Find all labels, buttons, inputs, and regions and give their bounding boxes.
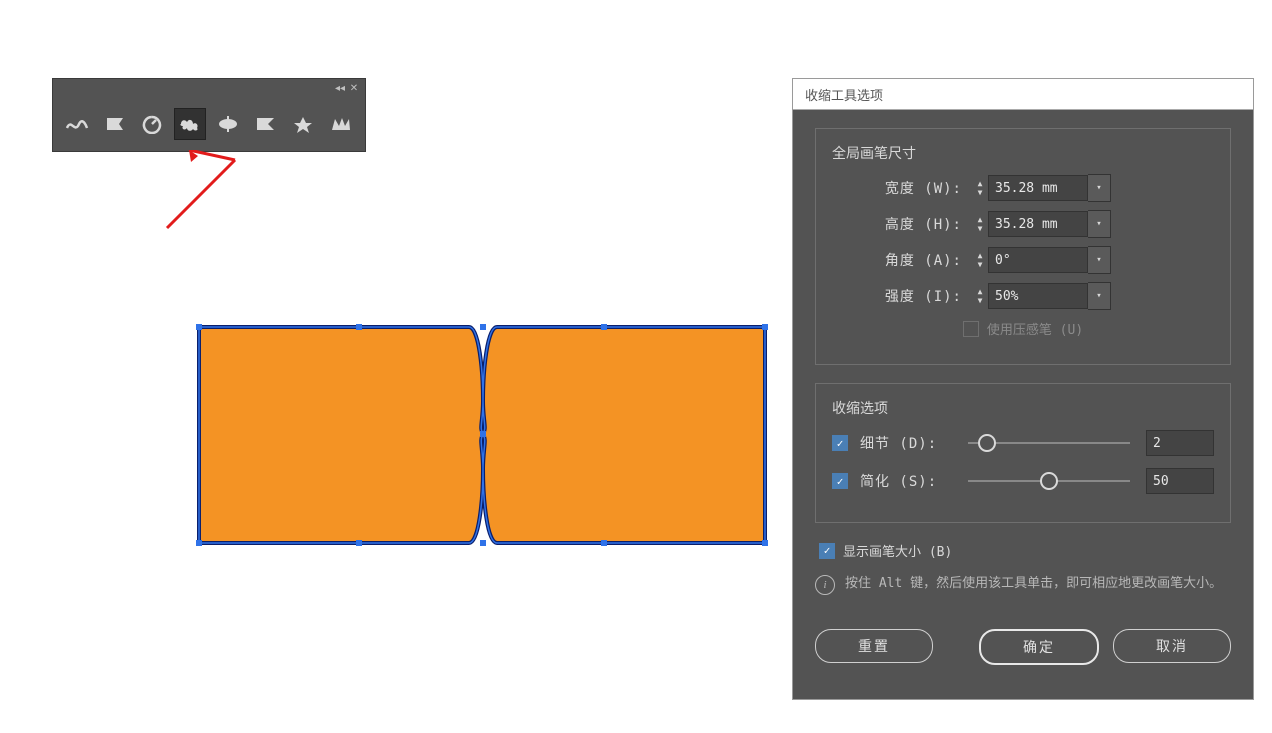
height-row: 高度 (H): ▲▼ ▾ <box>832 211 1214 237</box>
tool-pucker[interactable] <box>137 108 169 140</box>
height-dropdown[interactable]: ▾ <box>1088 210 1111 238</box>
show-brush-row: ✓ 显示画笔大小 (B) <box>819 541 1231 560</box>
angle-dropdown[interactable]: ▾ <box>1088 246 1111 274</box>
show-brush-checkbox[interactable]: ✓ <box>819 543 835 559</box>
width-stepper[interactable]: ▲▼ <box>972 176 988 200</box>
tool-twirl[interactable] <box>99 108 131 140</box>
tool-bloat[interactable] <box>174 108 206 140</box>
intensity-input[interactable] <box>988 283 1088 309</box>
close-icon[interactable]: ✕ <box>347 83 361 94</box>
simplify-checkbox[interactable]: ✓ <box>832 473 848 489</box>
height-input[interactable] <box>988 211 1088 237</box>
canvas-selected-shape[interactable] <box>193 321 773 553</box>
width-row: 宽度 (W): ▲▼ ▾ <box>832 175 1214 201</box>
annotation-arrow <box>155 150 245 240</box>
wrinkle-icon <box>291 114 315 134</box>
pressure-label: 使用压感笔 (U) <box>987 319 1083 338</box>
width-label: 宽度 (W): <box>832 178 972 198</box>
detail-row: ✓ 细节 (D): <box>832 430 1214 456</box>
angle-input[interactable] <box>988 247 1088 273</box>
angle-label: 角度 (A): <box>832 250 972 270</box>
simplify-slider-thumb[interactable] <box>1040 472 1058 490</box>
intensity-row: 强度 (I): ▲▼ ▾ <box>832 283 1214 309</box>
hint-text: 按住 Alt 键，然后使用该工具单击，即可相应地更改画笔大小。 <box>845 574 1222 595</box>
width-input[interactable] <box>988 175 1088 201</box>
tool-wrinkle[interactable] <box>288 108 320 140</box>
detail-slider[interactable] <box>968 442 1130 444</box>
scallop-icon <box>216 114 240 134</box>
detail-input[interactable] <box>1146 430 1214 456</box>
tool-scallop[interactable] <box>212 108 244 140</box>
simplify-slider[interactable] <box>968 480 1130 482</box>
reset-button[interactable]: 重置 <box>815 629 933 663</box>
intensity-stepper[interactable]: ▲▼ <box>972 284 988 308</box>
angle-stepper[interactable]: ▲▼ <box>972 248 988 272</box>
collapse-icon[interactable]: ◂◂ <box>333 83 347 94</box>
tool-panel-header: ◂◂ ✕ <box>53 79 365 97</box>
cancel-button[interactable]: 取消 <box>1113 629 1231 663</box>
tool-crystallize[interactable] <box>250 108 282 140</box>
simplify-row: ✓ 简化 (S): <box>832 468 1214 494</box>
pressure-row: 使用压感笔 (U) <box>832 319 1214 338</box>
intensity-dropdown[interactable]: ▾ <box>1088 282 1111 310</box>
pucker-tool-options-dialog: 收缩工具选项 全局画笔尺寸 宽度 (W): ▲▼ ▾ 高度 (H): ▲▼ ▾ … <box>792 78 1254 700</box>
intensity-label: 强度 (I): <box>832 286 972 306</box>
height-stepper[interactable]: ▲▼ <box>972 212 988 236</box>
global-brush-group: 全局画笔尺寸 宽度 (W): ▲▼ ▾ 高度 (H): ▲▼ ▾ 角度 (A):… <box>815 128 1231 365</box>
show-brush-label: 显示画笔大小 (B) <box>843 541 952 560</box>
warp-icon <box>65 114 89 134</box>
twirl-icon <box>103 114 127 134</box>
crown-icon <box>329 114 353 134</box>
crystallize-icon <box>254 114 278 134</box>
global-brush-heading: 全局画笔尺寸 <box>832 143 1214 163</box>
width-dropdown[interactable]: ▾ <box>1088 174 1111 202</box>
dialog-title: 收缩工具选项 <box>793 79 1253 110</box>
tool-panel: ◂◂ ✕ <box>52 78 366 152</box>
pucker-options-group: 收缩选项 ✓ 细节 (D): ✓ 简化 (S): <box>815 383 1231 523</box>
angle-row: 角度 (A): ▲▼ ▾ <box>832 247 1214 273</box>
detail-label: 细节 (D): <box>860 433 952 453</box>
info-icon: i <box>815 575 835 595</box>
hint-row: i 按住 Alt 键，然后使用该工具单击，即可相应地更改画笔大小。 <box>815 574 1231 595</box>
pucker-icon <box>140 114 164 134</box>
detail-checkbox[interactable]: ✓ <box>832 435 848 451</box>
simplify-label: 简化 (S): <box>860 471 952 491</box>
dialog-button-row: 重置 确定 取消 <box>815 621 1231 681</box>
tool-row <box>53 97 365 151</box>
bloat-icon <box>177 114 203 134</box>
dialog-body: 全局画笔尺寸 宽度 (W): ▲▼ ▾ 高度 (H): ▲▼ ▾ 角度 (A):… <box>793 110 1253 699</box>
ok-button[interactable]: 确定 <box>979 629 1099 665</box>
detail-slider-thumb[interactable] <box>978 434 996 452</box>
height-label: 高度 (H): <box>832 214 972 234</box>
tool-warp[interactable] <box>61 108 93 140</box>
simplify-input[interactable] <box>1146 468 1214 494</box>
pucker-options-heading: 收缩选项 <box>832 398 1214 418</box>
tool-crown[interactable] <box>325 108 357 140</box>
pressure-checkbox <box>963 321 979 337</box>
